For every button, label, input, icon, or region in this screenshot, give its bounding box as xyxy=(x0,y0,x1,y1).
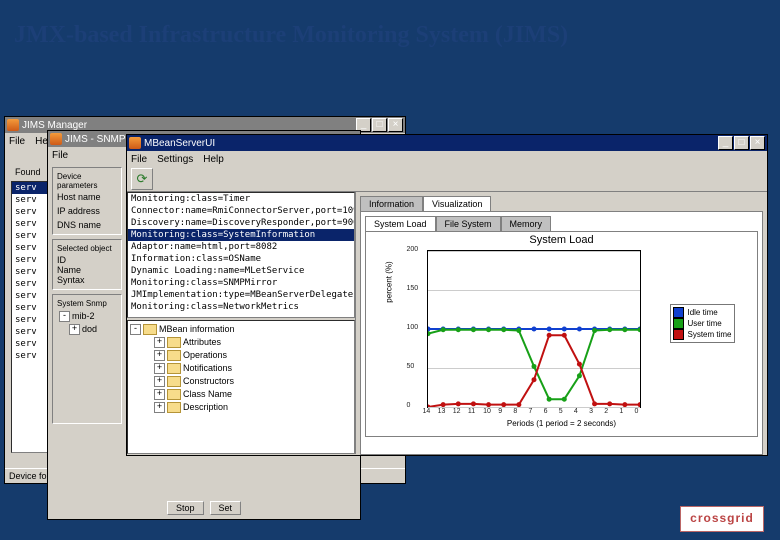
list-item[interactable]: serv xyxy=(12,290,50,302)
stop-button[interactable]: Stop xyxy=(167,501,204,515)
folder-icon xyxy=(167,402,181,413)
tree-node[interactable]: +Operations xyxy=(154,349,352,362)
tab-file-system[interactable]: File System xyxy=(436,216,501,231)
legend-swatch-icon xyxy=(673,329,684,340)
menu-file[interactable]: File xyxy=(9,136,25,147)
metric-tabs: System Load File System Memory xyxy=(365,216,758,231)
java-icon xyxy=(7,119,19,131)
java-icon xyxy=(129,137,141,149)
tree-node[interactable]: +Attributes xyxy=(154,336,352,349)
y-axis-label: percent (%) xyxy=(384,232,393,332)
tree-node[interactable]: +Description xyxy=(154,401,352,414)
mbean-menu: File Settings Help xyxy=(127,151,767,167)
folder-icon xyxy=(167,376,181,387)
tree-expand-icon[interactable]: + xyxy=(154,363,165,374)
manager-title: JIMS Manager xyxy=(22,120,87,131)
list-item[interactable]: Adaptor:name=html,port=8082 xyxy=(128,241,354,253)
legend-item: Idle time xyxy=(673,307,731,318)
selected-object-panel: Selected object ID Name Syntax xyxy=(52,239,122,290)
refresh-icon: ⟳ xyxy=(137,171,148,187)
legend-swatch-icon xyxy=(673,318,684,329)
list-item[interactable]: serv xyxy=(12,338,50,350)
list-item[interactable]: serv xyxy=(12,182,50,194)
list-item[interactable]: serv xyxy=(12,230,50,242)
close-button[interactable]: × xyxy=(750,136,765,150)
mbean-toolbar: ⟳ xyxy=(127,167,767,192)
mbean-titlebar[interactable]: MBeanServerUI _ □ × xyxy=(127,135,767,151)
list-item[interactable]: Discovery:name=DiscoveryResponder,port=9… xyxy=(128,217,354,229)
menu-file[interactable]: File xyxy=(52,150,68,161)
mbean-list[interactable]: Monitoring:class=TimerConnector:name=Rmi… xyxy=(127,192,355,318)
legend-item: User time xyxy=(673,318,731,329)
tab-visualization[interactable]: Visualization xyxy=(423,196,491,211)
device-params-panel: Device parameters Host name IP address D… xyxy=(52,167,122,235)
legend-swatch-icon xyxy=(673,307,684,318)
tree-expand-icon[interactable]: - xyxy=(59,311,70,322)
tree-expand-icon[interactable]: + xyxy=(69,324,80,335)
mbean-title: MBeanServerUI xyxy=(144,138,215,149)
list-item[interactable]: Connector:name=RmiConnectorServer,port=1… xyxy=(128,205,354,217)
info-viz-tabs: Information Visualization xyxy=(360,196,763,211)
menu-settings[interactable]: Settings xyxy=(157,154,193,165)
tree-expand-icon[interactable]: + xyxy=(154,389,165,400)
system-snmp-panel: System Snmp -mib-2 +dod xyxy=(52,294,122,424)
list-item[interactable]: serv xyxy=(12,266,50,278)
tree-node[interactable]: +Constructors xyxy=(154,375,352,388)
tree-expand-icon[interactable]: + xyxy=(154,376,165,387)
folder-icon xyxy=(167,363,181,374)
folder-icon xyxy=(143,324,157,335)
list-item[interactable]: serv xyxy=(12,278,50,290)
list-item[interactable]: JMImplementation:type=MBeanServerDelegat… xyxy=(128,289,354,301)
tree-node[interactable]: +Notifications xyxy=(154,362,352,375)
close-button[interactable]: × xyxy=(388,118,403,132)
menu-help[interactable]: Help xyxy=(203,154,224,165)
folder-icon xyxy=(167,350,181,361)
list-item[interactable]: serv xyxy=(12,302,50,314)
list-item[interactable]: serv xyxy=(12,218,50,230)
folder-icon xyxy=(167,337,181,348)
tab-system-load[interactable]: System Load xyxy=(365,216,436,231)
folder-icon xyxy=(167,389,181,400)
mbean-info-tree[interactable]: -MBean information+Attributes+Operations… xyxy=(128,321,354,416)
max-button[interactable]: □ xyxy=(372,118,387,132)
legend-item: System time xyxy=(673,329,731,340)
list-item[interactable]: serv xyxy=(12,326,50,338)
tree-expand-icon[interactable]: + xyxy=(154,337,165,348)
list-item[interactable]: serv xyxy=(12,206,50,218)
list-item[interactable]: serv xyxy=(12,194,50,206)
tree-node[interactable]: +Class Name xyxy=(154,388,352,401)
x-axis-label: Periods (1 period = 2 seconds) xyxy=(387,419,737,428)
list-item[interactable]: serv xyxy=(12,314,50,326)
java-icon xyxy=(50,133,62,145)
list-item[interactable]: serv xyxy=(12,350,50,362)
manager-host-list[interactable]: servservservservservservservservservserv… xyxy=(11,181,51,453)
list-item[interactable]: Dynamic Loading:name=MLetService xyxy=(128,265,354,277)
chart-title: System Load xyxy=(387,234,737,246)
menu-file[interactable]: File xyxy=(131,154,147,165)
slide-title: JMX-based Infrastructure Monitoring Syst… xyxy=(14,22,568,49)
list-item[interactable]: serv xyxy=(12,242,50,254)
list-item[interactable]: serv xyxy=(12,254,50,266)
set-button[interactable]: Set xyxy=(210,501,242,515)
refresh-button[interactable]: ⟳ xyxy=(131,168,153,190)
tab-information[interactable]: Information xyxy=(360,196,423,211)
list-item[interactable]: Monitoring:class=NetworkMetrics xyxy=(128,301,354,313)
min-button[interactable]: _ xyxy=(718,136,733,150)
chart-legend: Idle timeUser timeSystem time xyxy=(670,304,734,343)
tab-memory[interactable]: Memory xyxy=(501,216,552,231)
plot-area xyxy=(427,250,641,408)
tree-expand-icon[interactable]: - xyxy=(130,324,141,335)
system-load-chart: System Load percent (%) Periods (1 perio… xyxy=(387,234,737,430)
list-item[interactable]: Information:class=OSName xyxy=(128,253,354,265)
tree-expand-icon[interactable]: + xyxy=(154,350,165,361)
tree-expand-icon[interactable]: + xyxy=(154,402,165,413)
list-item[interactable]: Monitoring:class=Timer xyxy=(128,193,354,205)
crossgrid-logo: crossgrid xyxy=(680,506,764,532)
list-item[interactable]: Monitoring:class=SystemInformation xyxy=(128,229,354,241)
list-item[interactable]: Monitoring:class=SNMPMirror xyxy=(128,277,354,289)
max-button[interactable]: □ xyxy=(734,136,749,150)
